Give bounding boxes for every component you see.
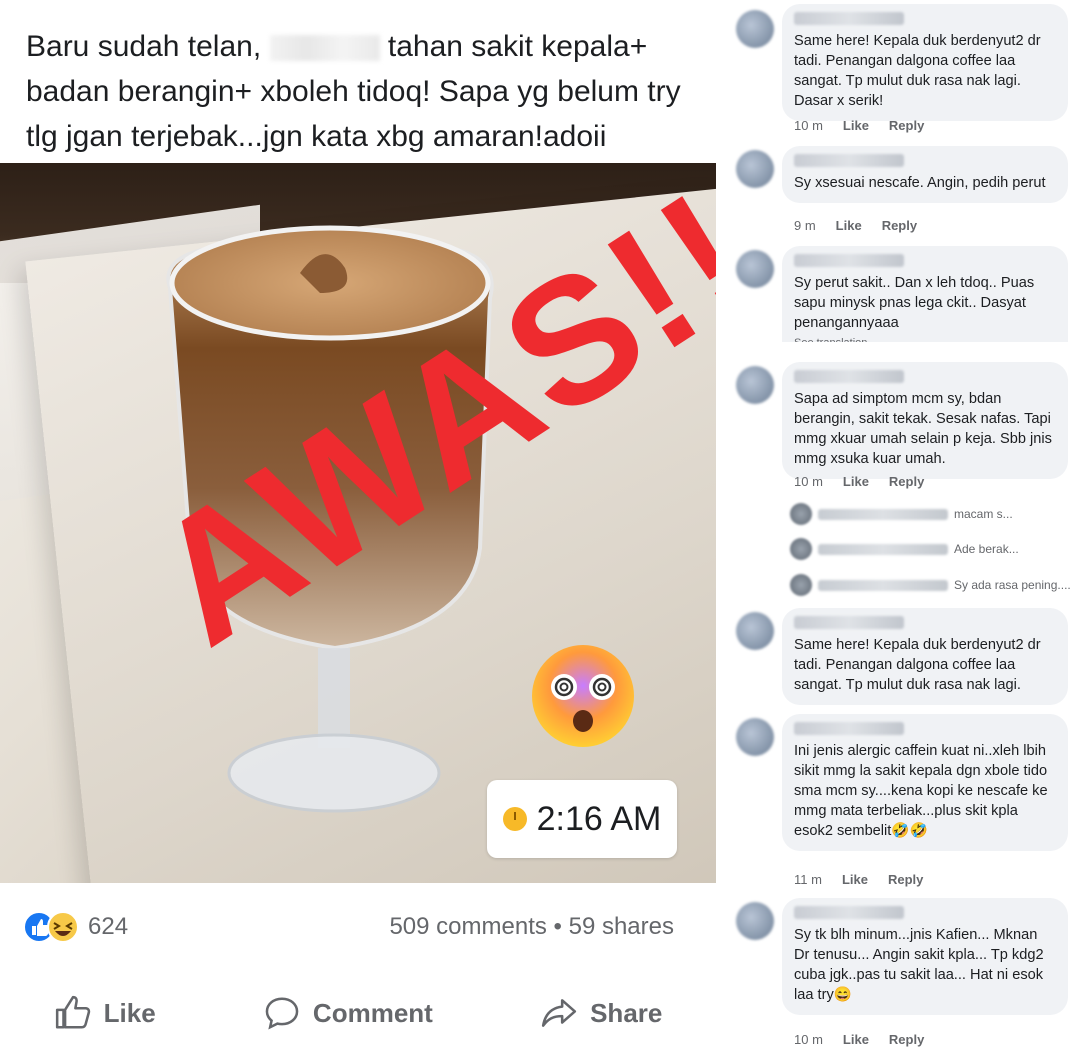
avatar[interactable] <box>736 718 774 756</box>
like-button-label: Like <box>103 997 156 1028</box>
comment-author-blurred[interactable] <box>794 722 904 735</box>
comment-meta: 11 m Like Reply <box>794 872 923 887</box>
comment-meta: 10 m Like Reply <box>794 1032 924 1047</box>
post-caption: Baru sudah telan, tahan sakit kepala+ ba… <box>26 30 681 153</box>
comment-bubble: Sy perut sakit.. Dan x leh tdoq.. Puas s… <box>782 246 1068 342</box>
reaction-icons <box>23 911 79 943</box>
comment-bubble: Sapa ad simptom mcm sy, bdan berangin, s… <box>782 362 1068 479</box>
comment-text: Same here! Kepala duk berdenyut2 dr tadi… <box>794 33 1041 109</box>
comment-text: Sapa ad simptom mcm sy, bdan berangin, s… <box>794 391 1052 467</box>
avatar[interactable] <box>736 150 774 188</box>
reply-author-blurred <box>818 543 948 555</box>
comment-reply-button[interactable]: Reply <box>889 118 924 133</box>
avatar <box>790 538 812 560</box>
comment-like-button[interactable]: Like <box>842 872 868 887</box>
comment-time[interactable]: 10 m <box>794 474 823 489</box>
comment-text: Sy tk blh minum...jnis Kafien... Mknan D… <box>794 927 1044 1003</box>
post-photo[interactable]: AWAS!! 2:16 AM <box>0 163 716 883</box>
time-sticker-text: 2:16 AM <box>536 799 662 838</box>
post-action-bar: Like Comment Share <box>0 985 716 1041</box>
comment-like-button[interactable]: Like <box>836 218 862 233</box>
avatar <box>790 574 812 596</box>
comment: Same here! Kepala duk berdenyut2 dr tadi… <box>724 4 1080 140</box>
comment-meta: 10 m Like Reply <box>794 474 924 489</box>
avatar[interactable] <box>736 902 774 940</box>
comment-text: Same here! Kepala duk berdenyut2 dr tadi… <box>794 637 1041 693</box>
comment-author-blurred[interactable] <box>794 616 904 629</box>
reply-snippet: Ade berak... <box>954 542 1019 556</box>
comment-author-blurred[interactable] <box>794 370 904 383</box>
share-button-label: Share <box>590 997 663 1028</box>
avatar[interactable] <box>736 10 774 48</box>
facebook-post: Baru sudah telan, tahan sakit kepala+ ba… <box>0 0 720 1053</box>
comment-reply-button[interactable]: Reply <box>889 474 924 489</box>
comment: Sy perut sakit.. Dan x leh tdoq.. Puas s… <box>724 246 1080 342</box>
comment-button[interactable]: Comment <box>263 994 433 1032</box>
comment-author-blurred[interactable] <box>794 12 904 25</box>
comment-time[interactable]: 9 m <box>794 218 816 233</box>
time-sticker: 2:16 AM <box>487 780 677 858</box>
comment-author-blurred[interactable] <box>794 154 904 167</box>
clock-icon <box>502 807 527 831</box>
comment-text: Sy perut sakit.. Dan x leh tdoq.. Puas s… <box>794 275 1035 331</box>
comment-bubble-icon <box>265 997 299 1030</box>
comment-button-label: Comment <box>312 997 433 1028</box>
comment-reply-button[interactable]: Reply <box>889 1032 924 1047</box>
comment-time[interactable]: 10 m <box>794 118 823 133</box>
comment-like-button[interactable]: Like <box>843 1032 869 1047</box>
reply-author-blurred <box>818 579 948 591</box>
comment: Ini jenis alergic caffein kuat ni..xleh … <box>724 714 1080 894</box>
comment: Sy xsesuai nescafe. Angin, pedih perut 9… <box>724 146 1080 241</box>
comment-author-blurred[interactable] <box>794 906 904 919</box>
reply-snippet: macam s... <box>954 507 1013 521</box>
comment: Sy tk blh minum...jnis Kafien... Mknan D… <box>724 898 1080 1053</box>
share-button[interactable]: Share <box>540 994 662 1032</box>
avatar[interactable] <box>736 366 774 404</box>
comments-shares-count[interactable]: 509 comments • 59 shares <box>389 913 674 941</box>
reply-preview[interactable]: Ade berak... <box>790 538 1080 560</box>
comment-meta: 10 m Like Reply <box>794 118 924 133</box>
comment-bubble: Ini jenis alergic caffein kuat ni..xleh … <box>782 714 1068 851</box>
comment-reply-button[interactable]: Reply <box>882 218 917 233</box>
like-button[interactable]: Like <box>54 994 156 1032</box>
thumbs-up-icon <box>55 995 90 1029</box>
avatar[interactable] <box>736 612 774 650</box>
reaction-summary[interactable]: 624 509 comments • 59 shares <box>22 905 702 949</box>
reply-snippet: Sy ada rasa pening.... <box>954 578 1071 592</box>
see-translation-link[interactable]: See translation <box>794 333 1056 342</box>
comment: Same here! Kepala duk berdenyut2 dr tadi… <box>724 608 1080 706</box>
comment-bubble: Same here! Kepala duk berdenyut2 dr tadi… <box>782 4 1068 121</box>
comment: Sapa ad simptom mcm sy, bdan berangin, s… <box>724 362 1080 497</box>
comment-meta: 9 m Like Reply <box>794 218 917 233</box>
haha-reaction-icon <box>47 911 79 943</box>
comments-panel: Same here! Kepala duk berdenyut2 dr tadi… <box>724 0 1080 1053</box>
reply-preview[interactable]: Sy ada rasa pening.... <box>790 574 1080 596</box>
comment-bubble: Sy tk blh minum...jnis Kafien... Mknan D… <box>782 898 1068 1015</box>
avatar[interactable] <box>736 250 774 288</box>
comment-text: Sy xsesuai nescafe. Angin, pedih perut <box>794 175 1046 191</box>
comment-bubble: Same here! Kepala duk berdenyut2 dr tadi… <box>782 608 1068 705</box>
comment-time[interactable]: 11 m <box>794 872 822 887</box>
avatar <box>790 503 812 525</box>
comment-author-blurred[interactable] <box>794 254 904 267</box>
redacted-brand <box>269 35 380 62</box>
comment-text: Ini jenis alergic caffein kuat ni..xleh … <box>794 743 1048 839</box>
comment-bubble: Sy xsesuai nescafe. Angin, pedih perut <box>782 146 1068 203</box>
comment-reply-button[interactable]: Reply <box>888 872 923 887</box>
comment-like-button[interactable]: Like <box>843 118 869 133</box>
comment-like-button[interactable]: Like <box>843 474 869 489</box>
reply-author-blurred <box>818 508 948 520</box>
caption-part-1: Baru sudah telan <box>26 30 253 63</box>
comment-time[interactable]: 10 m <box>794 1032 823 1047</box>
reply-preview[interactable]: macam s... <box>790 503 1080 525</box>
dizzy-face-emoji-icon <box>532 645 634 747</box>
reaction-count: 624 <box>88 913 129 940</box>
share-arrow-icon <box>541 999 577 1027</box>
